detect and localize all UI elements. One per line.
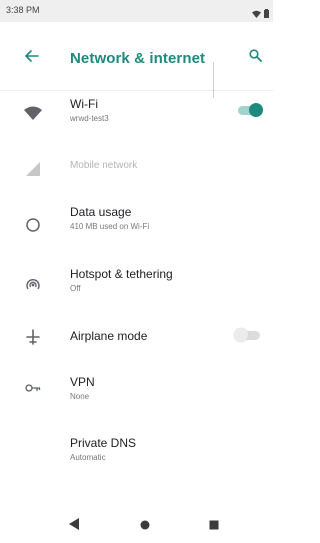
airplane-mode-title: Airplane mode xyxy=(70,329,148,343)
status-bar: 3:38 PM xyxy=(0,0,273,22)
page-title: Network & internet xyxy=(70,50,206,67)
app-bar: Network & internet xyxy=(0,22,273,91)
list-item-mobile-network[interactable]: Mobile network xyxy=(0,146,273,202)
nav-home-button[interactable] xyxy=(137,518,153,534)
recents-square-icon xyxy=(209,517,219,535)
list-item-data-usage[interactable]: Data usage 410 MB used on Wi-Fi xyxy=(0,200,273,256)
nav-back-button[interactable] xyxy=(66,518,82,534)
search-button[interactable] xyxy=(243,46,267,70)
hotspot-icon xyxy=(22,274,44,296)
airplane-icon xyxy=(22,326,44,348)
back-button[interactable] xyxy=(20,46,44,70)
back-triangle-icon xyxy=(69,517,79,535)
vpn-key-icon xyxy=(22,377,44,399)
vpn-title: VPN xyxy=(70,375,95,389)
battery-icon xyxy=(264,5,269,23)
wifi-icon xyxy=(22,102,44,124)
vpn-subtitle: None xyxy=(70,392,90,401)
list-item-wifi[interactable]: Wi-Fi wrwd-test3 xyxy=(0,90,273,146)
hotspot-subtitle: Off xyxy=(70,284,81,293)
status-time: 3:38 PM xyxy=(6,5,40,15)
vertical-divider xyxy=(213,62,214,98)
wifi-title: Wi-Fi xyxy=(70,97,98,111)
private-dns-subtitle: Automatic xyxy=(70,453,106,462)
arrow-back-icon xyxy=(25,49,39,67)
list-item-hotspot[interactable]: Hotspot & tethering Off xyxy=(0,262,273,318)
toggle-thumb xyxy=(249,103,263,117)
home-circle-icon xyxy=(140,517,150,535)
list-item-private-dns[interactable]: Private DNS Automatic xyxy=(0,432,273,488)
mobile-network-title: Mobile network xyxy=(70,160,138,171)
data-usage-title: Data usage xyxy=(70,205,132,219)
airplane-mode-toggle[interactable] xyxy=(234,327,262,343)
signal-icon xyxy=(22,158,44,180)
data-usage-subtitle: 410 MB used on Wi-Fi xyxy=(70,222,150,231)
data-usage-icon xyxy=(22,214,44,236)
wifi-icon xyxy=(252,5,261,23)
private-dns-title: Private DNS xyxy=(70,436,137,450)
toggle-thumb xyxy=(234,328,248,342)
navigation-bar xyxy=(0,508,273,543)
list-item-vpn[interactable]: VPN None xyxy=(0,372,273,428)
wifi-subtitle: wrwd-test3 xyxy=(70,114,109,123)
search-icon xyxy=(248,49,262,67)
wifi-toggle[interactable] xyxy=(236,102,264,118)
hotspot-title: Hotspot & tethering xyxy=(70,267,173,281)
status-icons xyxy=(252,5,269,23)
nav-recents-button[interactable] xyxy=(206,518,222,534)
